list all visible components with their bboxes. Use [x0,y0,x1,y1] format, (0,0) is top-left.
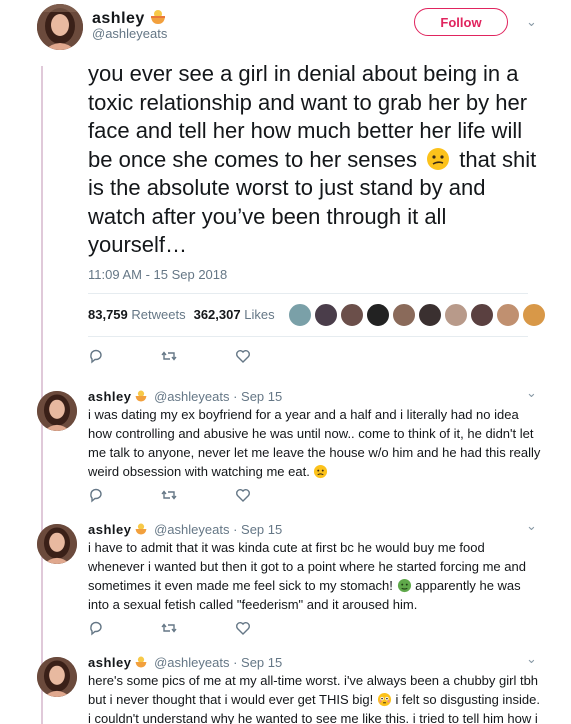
reply-header: ashley @ashleyeats · Sep 15 [88,655,283,670]
tweet-actions [88,620,251,636]
user-handle[interactable]: @ashleyeats [154,389,229,404]
liker-avatar[interactable] [340,303,364,327]
liker-avatar[interactable] [418,303,442,327]
reply-date[interactable]: Sep 15 [241,389,282,404]
liker-avatars [288,303,546,327]
user-handle[interactable]: @ashleyeats [92,26,167,41]
chevron-down-icon[interactable]: ⌄ [526,14,537,30]
confused-face-emoji-icon [427,147,450,170]
user-handle[interactable]: @ashleyeats [154,655,229,670]
display-name[interactable]: ashley [92,8,167,28]
avatar[interactable] [37,391,77,431]
bowl-emoji-icon [136,656,147,668]
reply-date[interactable]: Sep 15 [241,655,282,670]
avatar[interactable] [37,524,77,564]
liker-avatar[interactable] [470,303,494,327]
tweet-actions [88,487,251,503]
retweet-icon[interactable] [161,620,177,636]
display-name[interactable]: ashley [88,655,131,670]
tweet-timestamp[interactable]: 11:09 AM - 15 Sep 2018 [88,267,227,282]
nauseated-face-emoji-icon [397,578,411,593]
liker-avatar[interactable] [314,303,338,327]
avatar[interactable] [37,657,77,697]
liker-avatar[interactable] [522,303,546,327]
flushed-face-emoji-icon [377,692,391,707]
engagement-stats: 83,759 Retweets 362,307 Likes [88,307,275,322]
liker-avatar[interactable] [444,303,468,327]
like-heart-icon[interactable] [235,620,251,636]
reply-header: ashley @ashleyeats · Sep 15 [88,389,283,404]
bowl-emoji-icon [136,523,147,535]
likes-stat[interactable]: 362,307 Likes [194,307,275,322]
reply-text: i was dating my ex boyfriend for a year … [88,407,541,479]
bowl-emoji-icon [136,390,147,402]
reply-icon[interactable] [88,620,104,636]
tweet-actions [88,348,251,364]
reply-text: here's some pics of me at my all-time wo… [88,673,540,724]
chevron-down-icon[interactable]: ⌄ [526,651,537,667]
reply-icon[interactable] [88,487,104,503]
chevron-down-icon[interactable]: ⌄ [526,518,537,534]
divider [88,336,528,337]
liker-avatar[interactable] [392,303,416,327]
thread-connector-line [41,66,43,724]
retweet-icon[interactable] [161,487,177,503]
liker-avatar[interactable] [288,303,312,327]
display-name[interactable]: ashley [88,389,131,404]
like-heart-icon[interactable] [235,487,251,503]
reply-icon[interactable] [88,348,104,364]
liker-avatar[interactable] [366,303,390,327]
reply-header: ashley @ashleyeats · Sep 15 [88,522,283,537]
bowl-emoji-icon [150,10,165,24]
divider [88,293,528,294]
liker-avatar[interactable] [496,303,520,327]
like-heart-icon[interactable] [235,348,251,364]
chevron-down-icon[interactable]: ⌄ [526,385,537,401]
avatar[interactable] [37,4,83,50]
follow-button[interactable]: Follow [414,8,508,36]
worried-face-emoji-icon [314,464,328,479]
tweet-text: you ever see a girl in denial about bein… [88,61,537,257]
retweets-stat[interactable]: 83,759 Retweets [88,307,186,322]
reply-date[interactable]: Sep 15 [241,522,282,537]
reply-text: i have to admit that it was kinda cute a… [88,540,526,612]
display-name[interactable]: ashley [88,522,131,537]
retweet-icon[interactable] [161,348,177,364]
user-handle[interactable]: @ashleyeats [154,522,229,537]
